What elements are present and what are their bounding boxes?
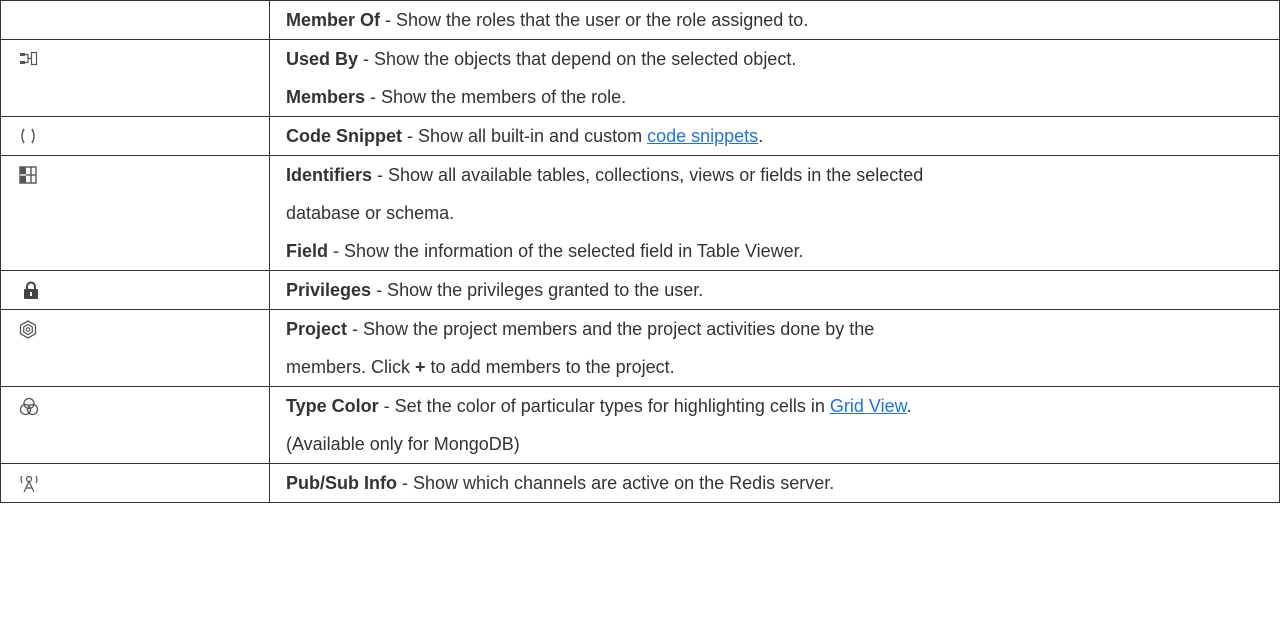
description-line: Members - Show the members of the role. (286, 78, 1279, 116)
description-cell: Pub/Sub Info - Show which channels are a… (269, 463, 1280, 503)
plus-symbol: + (415, 357, 426, 377)
table-row: Identifiers - Show all available tables,… (0, 155, 1280, 271)
description-cell: Identifiers - Show all available tables,… (269, 155, 1280, 271)
feature-title: Identifiers (286, 165, 373, 185)
type-color-icon (19, 397, 39, 415)
icon-cell (0, 155, 270, 271)
description-text: - Show the roles that the user or the ro… (380, 10, 809, 30)
icon-cell (0, 463, 270, 503)
description-cell: Privileges - Show the privileges granted… (269, 270, 1280, 310)
description-text: - Show the members of the role. (365, 87, 627, 107)
description-text: - Show which channels are active on the … (396, 473, 835, 493)
antenna-icon (20, 475, 38, 492)
table-row: Used By - Show the objects that depend o… (0, 39, 1280, 117)
description-text: - Show the privileges granted to the use… (371, 280, 704, 300)
icon-cell (0, 39, 270, 117)
description-line: database or schema. (286, 194, 1279, 232)
description-text: . (758, 126, 764, 146)
feature-title: Privileges (286, 280, 372, 300)
description-text: - Show the project members and the proje… (347, 319, 875, 339)
description-text: - Show all available tables, collections… (372, 165, 924, 185)
description-line: Member Of - Show the roles that the user… (286, 1, 1279, 39)
description-text: - Show the information of the selected f… (328, 241, 804, 261)
description-text: database or schema. (286, 203, 455, 223)
description-text: - Set the color of particular types for … (378, 396, 830, 416)
icon-cell (0, 386, 270, 464)
description-text: . (906, 396, 912, 416)
description-line: Code Snippet - Show all built-in and cus… (286, 117, 1279, 155)
icon-cell (0, 0, 270, 40)
icon-cell (0, 309, 270, 387)
table-row: Project - Show the project members and t… (0, 309, 1280, 387)
code-snippet-icon (21, 128, 35, 144)
description-line: Type Color - Set the color of particular… (286, 387, 1279, 425)
description-line: Used By - Show the objects that depend o… (286, 40, 1279, 78)
description-cell: Used By - Show the objects that depend o… (269, 39, 1280, 117)
feature-title: Field (286, 241, 329, 261)
icon-cell (0, 270, 270, 310)
feature-title: Code Snippet (286, 126, 402, 146)
description-line: members. Click + to add members to the p… (286, 348, 1279, 386)
description-line: Identifiers - Show all available tables,… (286, 156, 1279, 194)
reference-table: Member Of - Show the roles that the user… (0, 0, 1280, 503)
description-cell: Project - Show the project members and t… (269, 309, 1280, 387)
grid-view-link[interactable]: Grid View (830, 396, 907, 416)
description-line: Project - Show the project members and t… (286, 310, 1279, 348)
feature-title: Members (286, 87, 366, 107)
description-text: members. Click (286, 357, 416, 377)
feature-title: Project (286, 319, 348, 339)
feature-title: Type Color (286, 396, 379, 416)
description-text: - Show all built-in and custom (402, 126, 648, 146)
table-row: Type Color - Set the color of particular… (0, 386, 1280, 464)
code-snippets-link[interactable]: code snippets (647, 126, 758, 146)
description-cell: Type Color - Set the color of particular… (269, 386, 1280, 464)
description-cell: Member Of - Show the roles that the user… (269, 0, 1280, 40)
table-row: Privileges - Show the privileges granted… (0, 270, 1280, 310)
feature-title: Used By (286, 49, 359, 69)
identifiers-icon (19, 166, 37, 184)
description-line: (Available only for MongoDB) (286, 425, 1279, 463)
description-line: Privileges - Show the privileges granted… (286, 271, 1279, 309)
table-row: Code Snippet - Show all built-in and cus… (0, 116, 1280, 156)
feature-title: Member Of (286, 10, 381, 30)
table-row: Pub/Sub Info - Show which channels are a… (0, 463, 1280, 503)
feature-title: Pub/Sub Info (286, 473, 397, 493)
description-line: Field - Show the information of the sele… (286, 232, 1279, 270)
description-text: (Available only for MongoDB) (286, 434, 520, 454)
description-text: - Show the objects that depend on the se… (358, 49, 797, 69)
description-text: to add members to the project. (425, 357, 675, 377)
project-icon (19, 319, 37, 339)
used-by-icon (20, 51, 38, 66)
table-row: Member Of - Show the roles that the user… (0, 0, 1280, 40)
description-line: Pub/Sub Info - Show which channels are a… (286, 464, 1279, 502)
description-cell: Code Snippet - Show all built-in and cus… (269, 116, 1280, 156)
icon-cell (0, 116, 270, 156)
lock-icon (24, 281, 38, 299)
